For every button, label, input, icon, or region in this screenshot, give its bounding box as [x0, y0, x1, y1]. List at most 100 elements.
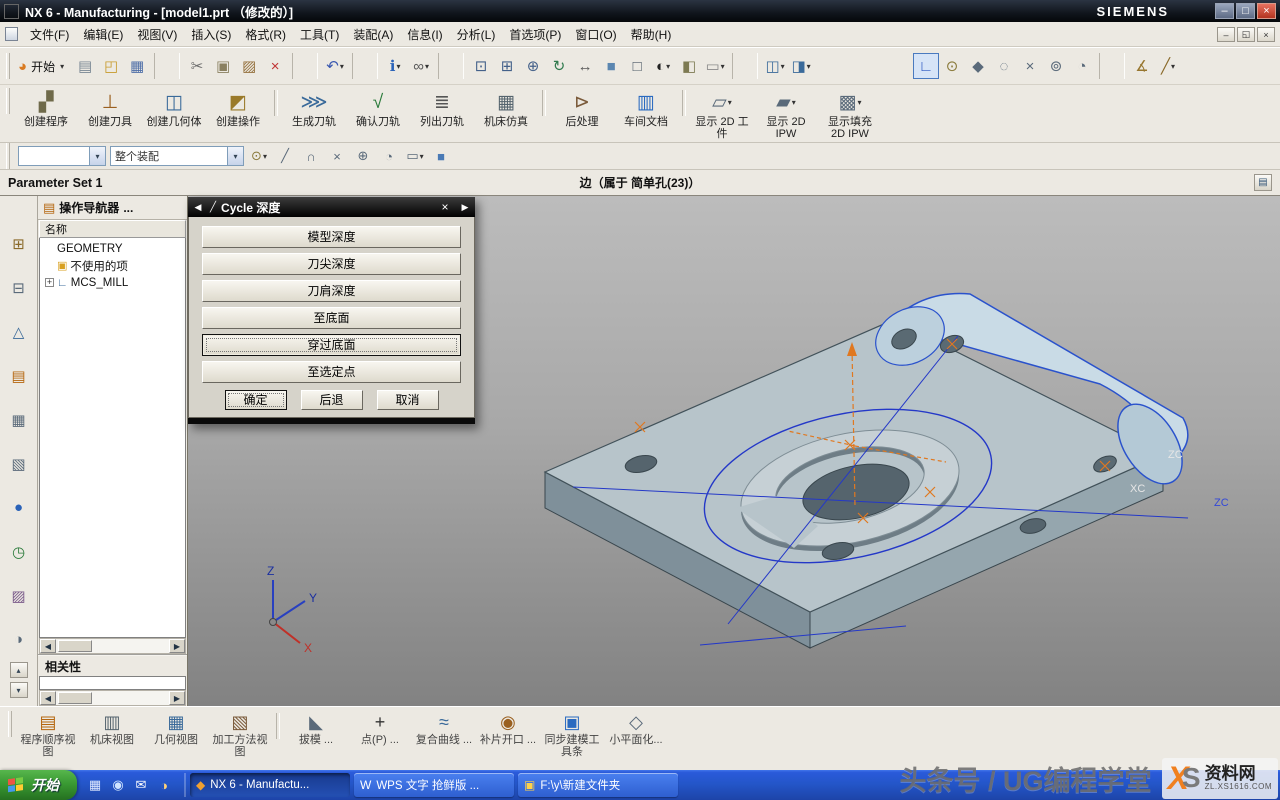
rotate-view-icon[interactable]: ↻	[546, 53, 572, 79]
menu-item[interactable]: 窗口(O)	[568, 23, 623, 46]
chevron-down-icon[interactable]: ▾	[227, 147, 243, 165]
create-program-button[interactable]: ▞ 创建程序	[14, 88, 78, 128]
synchronous-modeling-button[interactable]: ▣ 同步建模工具条	[540, 711, 604, 758]
point-button[interactable]: + 点(P) ...	[348, 711, 412, 746]
toolbar-spacer[interactable]	[814, 53, 913, 79]
copy-icon[interactable]: ▣	[210, 53, 236, 79]
horizontal-scrollbar[interactable]: ◀ ▶	[39, 690, 186, 706]
menu-item[interactable]: 视图(V)	[130, 23, 184, 46]
menu-item[interactable]: 工具(T)	[293, 23, 346, 46]
toolbar-separator[interactable]	[352, 53, 378, 79]
scrollbar-track[interactable]	[56, 691, 169, 705]
shaded-cube-icon[interactable]: ■	[430, 145, 452, 167]
machining-method-view-button[interactable]: ▧ 加工方法视图	[208, 711, 272, 758]
postprocess-button[interactable]: ⊳ 后处理	[550, 88, 614, 128]
back-button[interactable]: 后退	[301, 390, 363, 410]
measure-icon[interactable]: ∡	[1129, 53, 1155, 79]
menu-item[interactable]: 信息(I)	[400, 23, 449, 46]
machined-part[interactable]	[545, 294, 1195, 648]
depth-option-button[interactable]: 刀肩深度	[202, 280, 461, 302]
system-palettes-icon[interactable]: ▨	[5, 582, 32, 609]
cut-icon[interactable]: ✂	[184, 53, 210, 79]
save-icon[interactable]: ▦	[124, 53, 150, 79]
dialog-back-icon[interactable]: ◀	[191, 202, 205, 213]
mid-point-snap-icon[interactable]: ∩	[300, 145, 322, 167]
create-tool-button[interactable]: ⊥ 创建刀具	[78, 88, 142, 128]
depth-option-button[interactable]: 至底面	[202, 307, 461, 329]
web-browser-icon[interactable]: ●	[5, 494, 32, 521]
tree-node[interactable]: ▣ 不使用的项	[40, 257, 185, 274]
wireframe-view-icon[interactable]: □	[624, 53, 650, 79]
toolbar-separator[interactable]	[732, 53, 758, 79]
new-window-icon[interactable]: ◫ ▾	[762, 53, 788, 79]
document-icon[interactable]	[5, 27, 18, 41]
navigator-more[interactable]: ...	[123, 201, 133, 215]
program-order-view-button[interactable]: ▤ 程序顺序视图	[16, 711, 80, 758]
scroll-right-button[interactable]: ▶	[169, 691, 185, 705]
list-toolpath-button[interactable]: ≣ 列出刀轨	[410, 88, 474, 128]
assembly-navigator-icon[interactable]: ⊞	[5, 230, 32, 257]
roles-icon[interactable]: ◑	[5, 626, 32, 653]
menu-item[interactable]: 帮助(H)	[624, 23, 679, 46]
point-on-curve-icon[interactable]: ◌	[991, 53, 1017, 79]
geometry-view-button[interactable]: ▦ 几何视图	[144, 711, 208, 746]
toolbar-separator[interactable]	[274, 90, 278, 116]
toolbar-grip[interactable]	[6, 143, 10, 169]
info-icon[interactable]: ℹ ▾	[382, 53, 408, 79]
chevron-down-icon[interactable]: ▾	[89, 147, 105, 165]
verify-toolpath-button[interactable]: √ 确认刀轨	[346, 88, 410, 128]
depth-option-button[interactable]: 模型深度	[202, 226, 461, 248]
undo-icon[interactable]: ↶ ▾	[322, 53, 348, 79]
depth-option-button[interactable]: 至选定点	[202, 361, 461, 383]
create-geometry-button[interactable]: ◫ 创建几何体	[142, 88, 206, 128]
minimize-button[interactable]: –	[1215, 3, 1234, 19]
browser-icon[interactable]: ◉	[109, 776, 127, 794]
selection-scope-combo[interactable]: 整个装配 ▾	[110, 146, 244, 166]
operation-navigator-icon[interactable]: ▤	[5, 362, 32, 389]
toolbar-separator[interactable]	[1099, 53, 1125, 79]
zoom-window-icon[interactable]: ⊞	[494, 53, 520, 79]
dependencies-section-header[interactable]: 相关性	[38, 654, 187, 676]
depth-option-button[interactable]: 穿过底面	[202, 334, 461, 356]
edit-object-display-icon[interactable]: ◧	[676, 53, 702, 79]
arc-center-snap-icon[interactable]: ⊕	[352, 145, 374, 167]
toolbar-separator[interactable]	[292, 53, 318, 79]
paste-icon[interactable]: ▨	[236, 53, 262, 79]
snap-point-menu-icon[interactable]: ⊙ ▾	[248, 145, 270, 167]
hd3d-tools-icon[interactable]: ▧	[5, 450, 32, 477]
taskbar-task-nx[interactable]: ◆ NX 6 - Manufactu...	[190, 773, 350, 797]
toolbar-separator[interactable]	[154, 53, 180, 79]
machine-tool-view-button[interactable]: ▥ 机床视图	[80, 711, 144, 746]
scrollbar-thumb[interactable]	[58, 692, 92, 704]
taskbar-task-folder[interactable]: ▣ F:\y\新建文件夹	[518, 773, 678, 797]
scrollbar-thumb[interactable]	[58, 640, 92, 652]
start-menu-button[interactable]: ◕ 开始 ▾	[14, 55, 72, 78]
dialog-forward-icon[interactable]: ▶	[458, 202, 472, 213]
expand-toggle[interactable]: +	[45, 278, 54, 287]
history-icon[interactable]: ◷	[5, 538, 32, 565]
menu-item[interactable]: 装配(A)	[346, 23, 400, 46]
shop-docs-button[interactable]: ▥ 车间文档	[614, 88, 678, 128]
background-swatch[interactable]: ▭ ▾	[702, 53, 728, 79]
dialog-close-icon[interactable]: ×	[437, 200, 453, 214]
reuse-library-icon[interactable]: ▦	[5, 406, 32, 433]
navigator-header[interactable]: ▤ 操作导航器 ...	[38, 196, 187, 220]
part-navigator-icon[interactable]: △	[5, 318, 32, 345]
intersection-snap-icon[interactable]: ×	[326, 145, 348, 167]
toolbar-grip[interactable]	[6, 53, 10, 79]
orient-view-csys-icon[interactable]: ∟	[913, 53, 939, 79]
show-2d-ipw-button[interactable]: ▰ ▾ 显示 2D IPW	[754, 88, 818, 140]
snap-point-icon[interactable]: ⊙	[939, 53, 965, 79]
toolbar-separator[interactable]	[682, 90, 686, 116]
new-file-icon[interactable]: ▤	[72, 53, 98, 79]
delete-icon[interactable]: ×	[262, 53, 288, 79]
view-options-icon[interactable]: ∞ ▾	[408, 53, 434, 79]
menu-item[interactable]: 首选项(P)	[502, 23, 568, 46]
toolbar-separator[interactable]	[542, 90, 546, 116]
menu-item[interactable]: 分析(L)	[450, 23, 503, 46]
scroll-left-button[interactable]: ◀	[40, 691, 56, 705]
quadrant-icon[interactable]: ◔	[1069, 53, 1095, 79]
draft-button[interactable]: ◣ 拔模 ...	[284, 711, 348, 746]
mdi-close-button[interactable]: ×	[1257, 27, 1275, 42]
arc-center-icon[interactable]: ⊚	[1043, 53, 1069, 79]
